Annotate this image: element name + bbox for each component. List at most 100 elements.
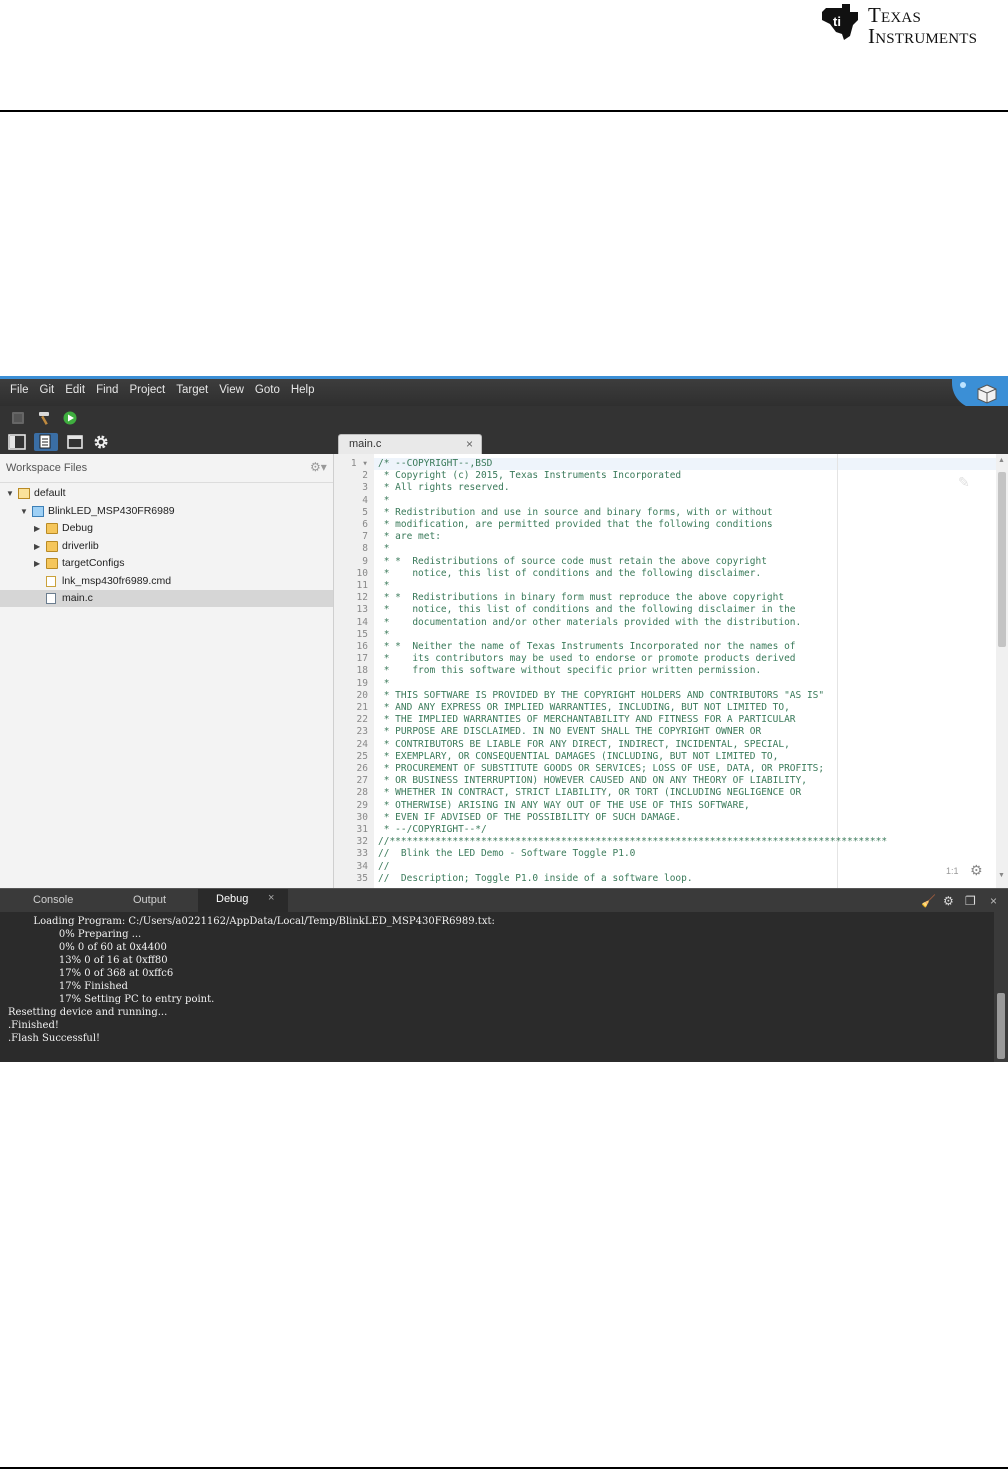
code-line: * (378, 677, 390, 689)
debug-disabled-icon[interactable] (10, 410, 26, 426)
menu-item-find[interactable]: Find (96, 384, 118, 396)
cursor-position: 1:1 (946, 866, 959, 876)
menu-item-view[interactable]: View (219, 384, 244, 396)
build-hammer-icon[interactable] (36, 410, 52, 426)
console-line: 0% Preparing ... (8, 929, 142, 940)
line-number: 24 (356, 738, 368, 750)
tab-debug[interactable]: Debug × (198, 889, 288, 913)
line-number: 11 (356, 580, 368, 591)
tree-item-label: main.c (62, 592, 93, 604)
code-line: * (378, 628, 390, 640)
menu-item-edit[interactable]: Edit (65, 384, 85, 396)
code-line: * modification, are permitted provided t… (378, 519, 773, 530)
cmd-file-icon (46, 575, 56, 587)
line-number: 31 (356, 824, 368, 835)
console-tab-bar: Console Output Debug × 🧹 ⚙ ❐ × (0, 888, 1008, 913)
clear-console-icon[interactable]: 🧹 (921, 894, 936, 908)
menu-item-git[interactable]: Git (40, 384, 55, 396)
folder-icon (46, 558, 58, 569)
console-scroll-thumb[interactable] (997, 993, 1005, 1059)
tab-main-c[interactable]: main.c × (338, 434, 482, 454)
tree-item[interactable]: main.c (0, 590, 333, 607)
tree-item[interactable]: ▶ driverlib (0, 538, 333, 555)
collapsed-arrow-icon[interactable]: ▶ (34, 555, 40, 572)
tab-close-icon[interactable]: × (466, 437, 473, 451)
tab-output[interactable]: Output (133, 894, 166, 906)
panel-divider (0, 482, 333, 483)
line-number: 29 (356, 799, 368, 811)
expanded-arrow-icon[interactable]: ▼ (6, 485, 14, 502)
tab-console[interactable]: Console (33, 894, 73, 906)
code-line: * Redistribution and use in source and b… (378, 506, 773, 518)
menu-item-help[interactable]: Help (291, 384, 315, 396)
tree-item[interactable]: ▶ targetConfigs (0, 555, 333, 572)
code-line: * All rights reserved. (378, 482, 510, 494)
collapsed-arrow-icon[interactable]: ▶ (34, 520, 40, 537)
tree-item-label: lnk_msp430fr6989.cmd (62, 574, 172, 587)
cloud-status-area[interactable] (952, 379, 1008, 409)
console-line: 17% Setting PC to entry point. (8, 994, 215, 1005)
line-number: 27 (356, 775, 368, 787)
line-number: 15 (356, 628, 368, 640)
tab-debug-close-icon[interactable]: × (268, 892, 274, 904)
code-line: * are met: (378, 531, 441, 543)
console-line: .Flash Successful! (8, 1033, 101, 1044)
menu-item-goto[interactable]: Goto (255, 384, 280, 396)
restore-panel-icon[interactable]: ❐ (965, 894, 976, 908)
editor-settings-icon[interactable]: ⚙ (970, 862, 983, 879)
console-line: 13% 0 of 16 at 0xff80 (8, 955, 168, 966)
tree-item[interactable]: lnk_msp430fr6989.cmd (0, 573, 333, 590)
editor-tab-bar: main.c × (334, 430, 1008, 454)
line-number: 18 (356, 665, 368, 677)
line-number: 14 (356, 616, 368, 628)
line-number: 22 (356, 714, 368, 726)
code-line: * --/COPYRIGHT--*/ (378, 824, 487, 835)
line-number: 16 (356, 641, 368, 652)
tree-item[interactable]: ▶ Debug (0, 520, 333, 537)
code-line: // Blink the LED Demo - Software Toggle … (378, 848, 636, 860)
console-scrollbar[interactable] (994, 912, 1008, 1062)
line-number: 7 (362, 531, 368, 543)
tree-item-label: default (34, 487, 66, 499)
tree-item-label: driverlib (62, 539, 99, 552)
menu-item-file[interactable]: File (10, 384, 29, 396)
code-line: * * Redistributions of source code must … (378, 555, 767, 567)
code-line: * documentation and/or other materials p… (378, 616, 802, 628)
code-line: * PROCUREMENT OF SUBSTITUTE GOODS OR SER… (378, 763, 825, 774)
folder-icon (46, 540, 58, 552)
texas-instruments-logo: ti Texas Instruments (820, 0, 1006, 48)
expanded-arrow-icon[interactable]: ▼ (20, 503, 28, 520)
line-number: 19 (356, 677, 368, 689)
scroll-up-icon[interactable]: ▲ (998, 457, 1005, 464)
console-line: 17% 0 of 368 at 0xffc6 (8, 968, 174, 979)
editor-scrollbar[interactable]: ▲ ▼ (996, 454, 1008, 888)
tab-label: main.c (349, 438, 382, 450)
line-number: 12 (356, 592, 368, 604)
run-icon[interactable] (62, 410, 78, 426)
settings-gear-icon[interactable] (92, 433, 110, 451)
code-line: * Copyright (c) 2015, Texas Instruments … (378, 470, 682, 482)
close-panel-icon[interactable]: × (990, 894, 997, 908)
browser-window-icon[interactable] (66, 433, 84, 451)
tree-item[interactable]: ▼ BlinkLED_MSP430FR6989 (0, 503, 333, 520)
code-line: * (378, 543, 390, 555)
line-number: 6 (362, 519, 368, 530)
file-explorer-button[interactable] (34, 433, 58, 451)
menu-item-project[interactable]: Project (129, 384, 165, 396)
status-dot-icon (960, 382, 966, 388)
tree-item[interactable]: ▼ default (0, 485, 333, 502)
scroll-thumb[interactable] (998, 472, 1006, 647)
scroll-down-icon[interactable]: ▼ (998, 872, 1005, 879)
code-line: // (378, 860, 390, 872)
edit-pencil-icon: ✎ (958, 474, 970, 490)
code-editor[interactable]: 1 ▾ 2 3 4 5 6 7 8 9 10 11 12 13 14 15 16 17 18 19 20 21 22 23 2… (334, 454, 996, 888)
code-line: * THE IMPLIED WARRANTIES OF MERCHANTABIL… (378, 714, 796, 726)
footer-rule (0, 1467, 1008, 1469)
panel-settings-icon[interactable]: ⚙▾ (310, 460, 327, 474)
menu-item-target[interactable]: Target (176, 384, 208, 396)
tab-debug-label: Debug (216, 893, 249, 905)
console-settings-icon[interactable]: ⚙ (943, 894, 954, 908)
menu-bar: File Git Edit Find Project Target View Goto Help (0, 376, 1008, 409)
toggle-sidebar-icon[interactable] (8, 433, 26, 451)
collapsed-arrow-icon[interactable]: ▶ (34, 538, 40, 555)
